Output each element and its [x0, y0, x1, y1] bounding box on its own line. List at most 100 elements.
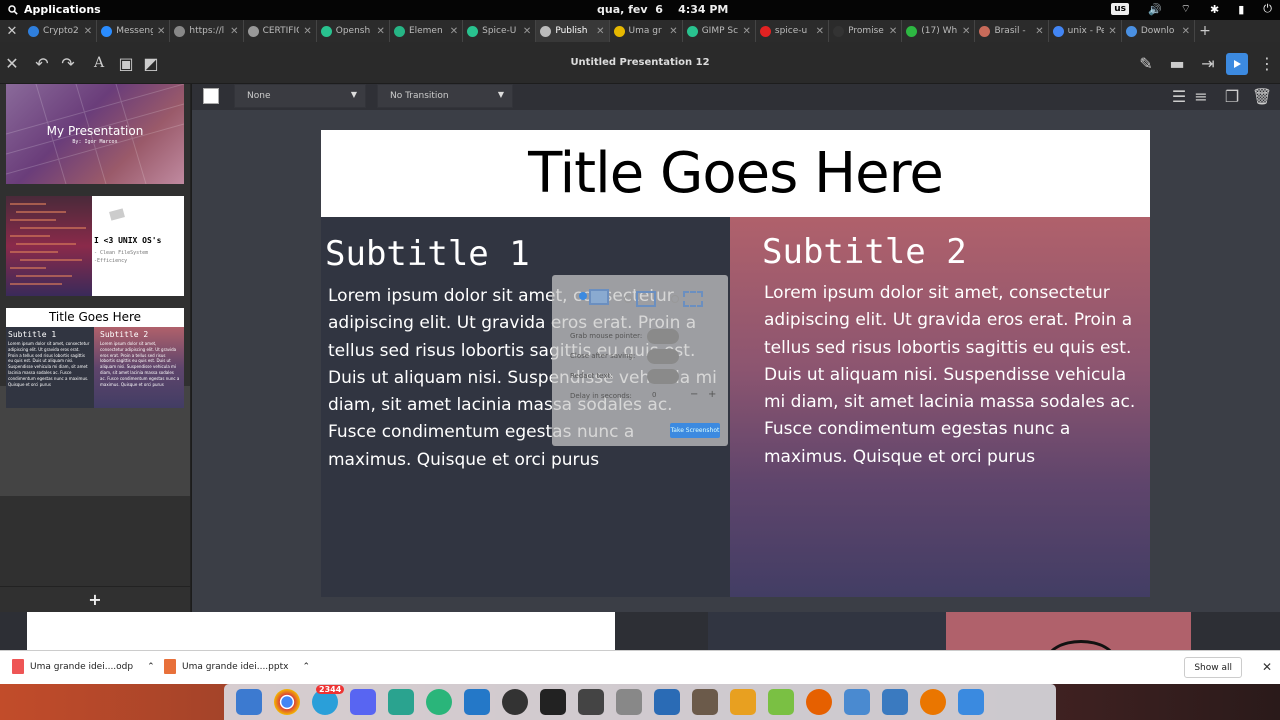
chevron-up-icon[interactable]: ⌃ — [302, 662, 310, 672]
browser-tab[interactable]: (17) Wh ✕ — [902, 20, 976, 42]
slide-layout-icon[interactable]: ▬ — [1166, 52, 1188, 74]
appcenter-icon[interactable] — [878, 687, 911, 717]
browser-tab[interactable]: Brasil - ✕ — [975, 20, 1049, 42]
screenshot-icon[interactable] — [574, 687, 607, 717]
chevron-up-icon[interactable]: ⌃ — [147, 662, 155, 672]
battery-icon[interactable]: ▮ — [1238, 3, 1244, 16]
mint-icon[interactable] — [764, 687, 797, 717]
close-tab-icon[interactable]: ✕ — [962, 26, 970, 37]
slide-thumbnail-1[interactable]: My Presentation By: Igor Marcos — [6, 84, 184, 184]
telegram-icon[interactable]: 2344 — [308, 685, 345, 717]
gimp-icon[interactable] — [688, 687, 721, 717]
browser-tab[interactable]: unix - Pe ✕ — [1049, 20, 1122, 42]
close-tab-icon[interactable]: ✕ — [1035, 26, 1043, 37]
applications-menu[interactable]: Applications — [8, 3, 101, 16]
close-tab-icon[interactable]: ✕ — [742, 26, 750, 37]
close-tab-icon[interactable]: ✕ — [377, 26, 385, 37]
slide-thumbnail-3[interactable]: Title Goes Here Subtitle 1 Lorem ipsum d… — [6, 308, 184, 408]
redo-icon[interactable]: ↷ — [57, 52, 79, 74]
close-tab-icon[interactable]: ✕ — [523, 26, 531, 37]
grab-pointer-toggle[interactable] — [647, 329, 679, 344]
transition-select[interactable]: No Transition ▼ — [377, 84, 513, 108]
add-slide-button[interactable]: + — [0, 586, 190, 612]
slide-title[interactable]: Title Goes Here — [321, 130, 1150, 217]
close-tab-icon[interactable]: ✕ — [230, 26, 238, 37]
close-tab-icon[interactable]: ✕ — [596, 26, 604, 37]
fill-select[interactable]: None ▼ — [234, 84, 366, 108]
browser-tab[interactable]: spice-u ✕ — [756, 20, 830, 42]
close-tab-icon[interactable]: ✕ — [303, 26, 311, 37]
browser-tab[interactable]: Crypto2 ✕ — [24, 20, 98, 42]
volume-icon[interactable]: 🔊 — [1148, 3, 1162, 16]
radio-area[interactable] — [671, 295, 679, 303]
menu-icon[interactable]: ⋮ — [1256, 52, 1278, 74]
discord-icon[interactable] — [346, 687, 379, 717]
browser-tab[interactable]: Uma gr ✕ — [610, 20, 683, 42]
close-tab-icon[interactable]: ✕ — [84, 26, 92, 37]
trash-icon[interactable]: 🗑 — [1252, 87, 1272, 106]
export-icon[interactable]: ⇥ — [1197, 52, 1219, 74]
virtualbox-icon[interactable] — [650, 687, 683, 717]
background-color-swatch[interactable] — [203, 88, 219, 104]
blender-icon[interactable] — [916, 687, 949, 717]
browser-tab[interactable]: CERTIFIC ✕ — [244, 20, 317, 42]
power-icon[interactable]: ⏻ — [1263, 2, 1272, 16]
edit-icon[interactable]: ✎ — [1135, 52, 1157, 74]
wifi-icon[interactable]: ⌔ — [1181, 2, 1191, 16]
bluetooth-icon[interactable]: ✱ — [1210, 3, 1219, 16]
browser-tab[interactable]: Spice-U ✕ — [463, 20, 537, 42]
slide-thumbnail-2[interactable]: I <3 UNIX OS's - Clean FileSystem -Effic… — [6, 196, 184, 296]
slide-subtitle-1[interactable]: Subtitle 1 — [325, 234, 530, 274]
keyboard-layout[interactable]: us — [1111, 3, 1129, 15]
browser-tab[interactable]: Publish ✕ — [536, 20, 610, 42]
undo-icon[interactable]: ↶ — [31, 52, 53, 74]
text-tool-icon[interactable]: A — [88, 52, 110, 74]
vscode-icon[interactable] — [460, 687, 493, 717]
monitor-icon[interactable] — [954, 687, 987, 717]
download-item-2[interactable]: Uma grande idei....pptx ⌃ — [164, 659, 310, 674]
plus-icon[interactable]: + — [708, 389, 716, 400]
browser-tab[interactable]: Downlo ✕ — [1122, 20, 1195, 42]
minus-icon[interactable]: − — [690, 389, 698, 400]
duplicate-icon[interactable]: ❐ — [1223, 87, 1241, 106]
terminal-dollar-icon[interactable] — [498, 687, 531, 717]
audacity-icon[interactable] — [726, 687, 759, 717]
firefox-icon[interactable] — [802, 687, 835, 717]
settings-icon[interactable] — [840, 687, 873, 717]
play-button[interactable] — [1226, 53, 1248, 75]
close-icon[interactable]: ✕ — [1262, 660, 1272, 674]
shape-tool-icon[interactable]: ◩ — [140, 52, 162, 74]
close-tab-icon[interactable]: ✕ — [889, 26, 897, 37]
new-tab-button[interactable]: + — [1195, 23, 1215, 39]
show-all-button[interactable]: Show all — [1184, 657, 1242, 678]
terminal-icon[interactable] — [536, 687, 569, 717]
multitasking-icon[interactable] — [232, 687, 265, 717]
close-after-toggle[interactable] — [647, 349, 679, 364]
bring-forward-icon[interactable]: ☰ — [1170, 87, 1188, 106]
radio-window[interactable] — [624, 295, 632, 303]
browser-tab[interactable]: GIMP Sc ✕ — [683, 20, 756, 42]
take-screenshot-button[interactable]: Take Screenshot — [670, 423, 720, 438]
browser-tab[interactable]: Opensh ✕ — [317, 20, 390, 42]
slide-subtitle-2[interactable]: Subtitle 2 — [762, 232, 967, 272]
redact-toggle[interactable] — [647, 369, 679, 384]
radio-screen[interactable] — [579, 292, 587, 300]
atom-icon[interactable] — [422, 687, 455, 717]
browser-tab[interactable]: https://l ✕ — [170, 20, 244, 42]
send-backward-icon[interactable]: ≡ — [1192, 87, 1210, 106]
slide-body-2[interactable]: Lorem ipsum dolor sit amet, consectetur … — [764, 280, 1144, 471]
clock[interactable]: qua, fev 6 4:34 PM — [597, 3, 728, 16]
close-tab-icon[interactable]: ✕ — [816, 26, 824, 37]
close-tab-icon[interactable]: ✕ — [1182, 26, 1190, 37]
chrome-icon[interactable] — [270, 687, 303, 717]
browser-tab[interactable]: Elemen ✕ — [390, 20, 464, 42]
files-icon[interactable] — [612, 687, 645, 717]
close-tab-icon[interactable]: ✕ — [157, 26, 165, 37]
close-tab-icon[interactable]: ✕ — [1108, 26, 1116, 37]
close-tab-icon[interactable]: ✕ — [669, 26, 677, 37]
delay-value[interactable]: 0 — [652, 391, 656, 399]
close-window-icon[interactable]: ✕ — [0, 24, 24, 39]
slides-icon[interactable] — [384, 687, 417, 717]
download-item-1[interactable]: Uma grande idei....odp ⌃ — [12, 659, 155, 674]
image-tool-icon[interactable]: ▣ — [115, 52, 137, 74]
